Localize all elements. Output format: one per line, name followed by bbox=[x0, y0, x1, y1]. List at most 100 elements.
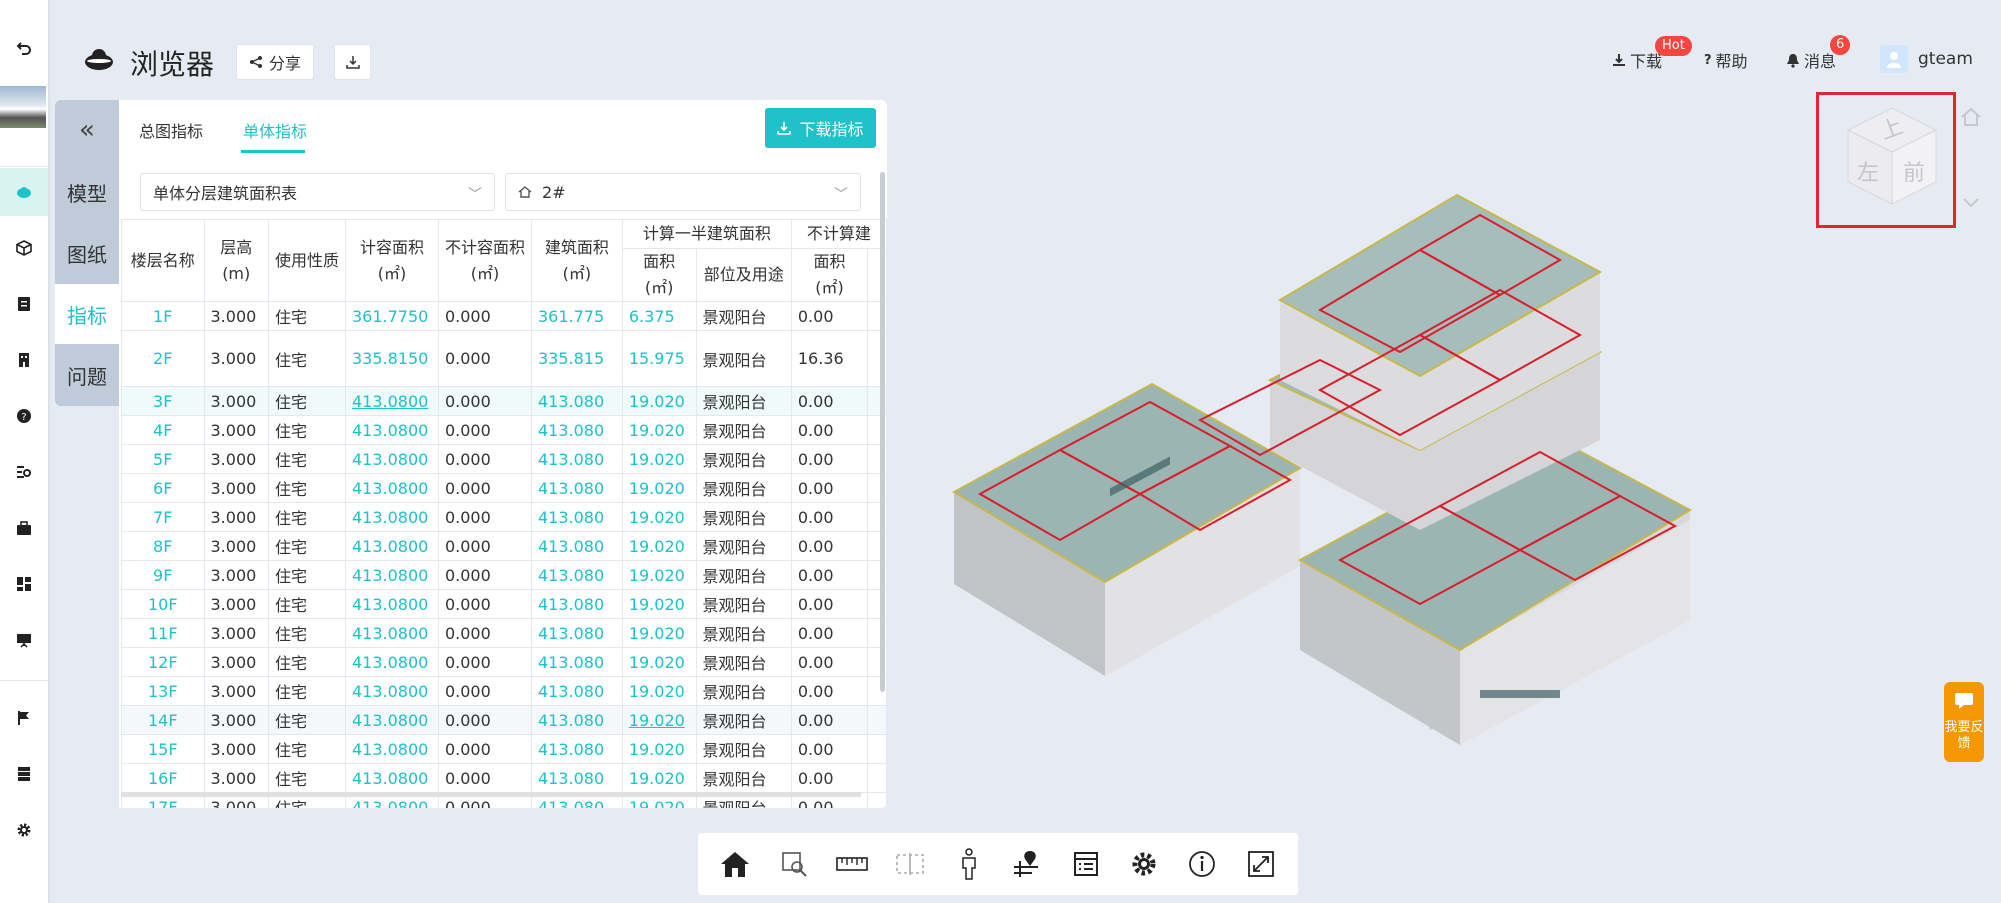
dashboard-icon[interactable] bbox=[12, 572, 36, 596]
table-row[interactable]: 3F 3.000 住宅 413.0800 0.000 413.080 19.020 景观阳台 0… bbox=[121, 386, 887, 416]
settings-button[interactable] bbox=[1124, 844, 1164, 884]
walkthrough-button[interactable] bbox=[949, 844, 989, 884]
far-area-cell[interactable]: 413.0800 bbox=[344, 473, 439, 503]
far-area-cell[interactable]: 361.7750 bbox=[344, 301, 439, 331]
search-list-icon[interactable] bbox=[12, 460, 36, 484]
far-area-cell[interactable]: 413.0800 bbox=[344, 415, 439, 445]
far-area-cell[interactable]: 413.0800 bbox=[344, 763, 439, 793]
far-area-cell[interactable]: 413.0800 bbox=[344, 676, 439, 706]
table-row[interactable]: 8F 3.000 住宅 413.0800 0.000 413.080 19.020 景观阳台 0… bbox=[121, 531, 887, 561]
half-area-cell[interactable]: 6.375 bbox=[621, 301, 697, 331]
table-horizontal-scrollbar[interactable] bbox=[121, 792, 861, 797]
extra-cell bbox=[867, 734, 887, 764]
settings-gear-icon[interactable] bbox=[12, 818, 36, 842]
tab-model[interactable]: 模型 bbox=[55, 162, 119, 222]
far-area-cell[interactable]: 335.8150 bbox=[344, 330, 439, 387]
collapse-panel-button[interactable]: « bbox=[55, 100, 119, 160]
half-area-cell[interactable]: 19.020 bbox=[621, 763, 697, 793]
table-row[interactable]: 5F 3.000 住宅 413.0800 0.000 413.080 19.020 景观阳台 0… bbox=[121, 444, 887, 474]
table-row[interactable]: 15F 3.000 住宅 413.0800 0.000 413.080 19.020 景观阳台… bbox=[121, 734, 887, 764]
half-area-cell[interactable]: 19.020 bbox=[621, 473, 697, 503]
table-row[interactable]: 2F 3.000 住宅 335.8150 0.000 335.815 15.975 景观阳台 1… bbox=[121, 330, 887, 387]
table-row[interactable]: 1F 3.000 住宅 361.7750 0.000 361.775 6.375 景观阳台 0.… bbox=[121, 301, 887, 331]
help-link[interactable]: ? 帮助 bbox=[1704, 48, 1748, 72]
home-view-icon[interactable] bbox=[1960, 106, 1982, 128]
bell-icon bbox=[1787, 53, 1799, 68]
project-thumbnail[interactable] bbox=[0, 86, 46, 128]
table-row[interactable]: 14F 3.000 住宅 413.0800 0.000 413.080 19.020 景观阳台… bbox=[121, 705, 887, 735]
half-area-cell[interactable]: 19.020 bbox=[621, 734, 697, 764]
browser-icon[interactable] bbox=[12, 180, 36, 204]
table-row[interactable]: 9F 3.000 住宅 413.0800 0.000 413.080 19.020 景观阳台 0… bbox=[121, 560, 887, 590]
app-logo-icon bbox=[85, 49, 113, 70]
messages-link[interactable]: 消息 bbox=[1786, 48, 1836, 72]
presentation-icon[interactable] bbox=[12, 628, 36, 652]
table-vertical-scrollbar[interactable] bbox=[880, 172, 885, 692]
half-area-cell[interactable]: 19.020 bbox=[621, 444, 697, 474]
table-type-select[interactable]: 单体分层建筑面积表 ﹀ bbox=[140, 173, 495, 211]
question-icon[interactable]: ? bbox=[12, 404, 36, 428]
back-icon[interactable] bbox=[12, 36, 36, 60]
view-cube[interactable]: 上 左 前 bbox=[1834, 100, 1950, 216]
table-row[interactable]: 7F 3.000 住宅 413.0800 0.000 413.080 19.020 景观阳台 0… bbox=[121, 502, 887, 532]
far-area-cell[interactable]: 413.0800 bbox=[344, 560, 439, 590]
download-indicators-button[interactable]: 下载指标 bbox=[765, 108, 876, 148]
section-box-button[interactable] bbox=[890, 844, 930, 884]
table-row[interactable]: 4F 3.000 住宅 413.0800 0.000 413.080 19.020 景观阳台 0… bbox=[121, 415, 887, 445]
half-purpose-cell: 景观阳台 bbox=[695, 301, 792, 331]
half-area-cell[interactable]: 19.020 bbox=[621, 531, 697, 561]
building-select[interactable]: 2# ﹀ bbox=[505, 173, 861, 211]
tab-indicators[interactable]: 指标 bbox=[55, 284, 119, 344]
half-area-cell[interactable]: 19.020 bbox=[621, 589, 697, 619]
info-button[interactable] bbox=[1182, 844, 1222, 884]
share-button[interactable]: 分享 bbox=[236, 44, 314, 80]
table-row[interactable]: 6F 3.000 住宅 413.0800 0.000 413.080 19.020 景观阳台 0… bbox=[121, 473, 887, 503]
far-area-cell[interactable]: 413.0800 bbox=[344, 531, 439, 561]
far-area-cell[interactable]: 413.0800 bbox=[344, 589, 439, 619]
half-area-cell[interactable]: 19.020 bbox=[621, 705, 697, 735]
far-area-cell[interactable]: 413.0800 bbox=[344, 647, 439, 677]
zoom-area-button[interactable] bbox=[774, 844, 814, 884]
far-area-cell[interactable]: 413.0800 bbox=[344, 386, 439, 416]
cube-menu-icon[interactable] bbox=[1962, 196, 1980, 210]
far-area-cell[interactable]: 413.0800 bbox=[344, 502, 439, 532]
header-download-link[interactable]: 下载 bbox=[1612, 48, 1662, 72]
far-area-cell[interactable]: 413.0800 bbox=[344, 705, 439, 735]
excluded-area-cell: 0.00 bbox=[790, 618, 869, 648]
database-icon[interactable] bbox=[12, 762, 36, 786]
location-button[interactable] bbox=[1007, 844, 1047, 884]
height-cell: 3.000 bbox=[203, 301, 269, 331]
fullscreen-button[interactable] bbox=[1241, 844, 1281, 884]
tab-issues[interactable]: 问题 bbox=[55, 345, 119, 405]
far-area-cell[interactable]: 413.0800 bbox=[344, 734, 439, 764]
export-button[interactable] bbox=[334, 44, 371, 80]
far-area-cell[interactable]: 413.0800 bbox=[344, 444, 439, 474]
half-area-cell[interactable]: 19.020 bbox=[621, 415, 697, 445]
half-area-cell[interactable]: 19.020 bbox=[621, 560, 697, 590]
building-icon[interactable] bbox=[12, 348, 36, 372]
table-row[interactable]: 16F 3.000 住宅 413.0800 0.000 413.080 19.020 景观阳台… bbox=[121, 763, 887, 793]
user-menu[interactable]: gteam bbox=[1880, 45, 1973, 73]
briefcase-icon[interactable] bbox=[12, 516, 36, 540]
half-area-cell[interactable]: 19.020 bbox=[621, 676, 697, 706]
table-row[interactable]: 10F 3.000 住宅 413.0800 0.000 413.080 19.020 景观阳台… bbox=[121, 589, 887, 619]
feedback-button[interactable]: 我要反馈 bbox=[1944, 682, 1984, 762]
measure-button[interactable] bbox=[832, 844, 872, 884]
document-icon[interactable] bbox=[12, 292, 36, 316]
tab-overall-indicators[interactable]: 总图指标 bbox=[139, 118, 203, 142]
home-view-button[interactable] bbox=[715, 844, 755, 884]
half-area-cell[interactable]: 19.020 bbox=[621, 618, 697, 648]
tab-building-indicators[interactable]: 单体指标 bbox=[243, 118, 307, 142]
table-row[interactable]: 11F 3.000 住宅 413.0800 0.000 413.080 19.020 景观阳台… bbox=[121, 618, 887, 648]
half-area-cell[interactable]: 19.020 bbox=[621, 647, 697, 677]
half-area-cell[interactable]: 19.020 bbox=[621, 386, 697, 416]
tab-drawings[interactable]: 图纸 bbox=[55, 223, 119, 283]
model-cube-icon[interactable] bbox=[12, 236, 36, 260]
flag-icon[interactable] bbox=[12, 706, 36, 730]
half-area-cell[interactable]: 15.975 bbox=[621, 330, 697, 387]
properties-button[interactable] bbox=[1066, 844, 1106, 884]
table-row[interactable]: 13F 3.000 住宅 413.0800 0.000 413.080 19.020 景观阳台… bbox=[121, 676, 887, 706]
far-area-cell[interactable]: 413.0800 bbox=[344, 618, 439, 648]
half-area-cell[interactable]: 19.020 bbox=[621, 502, 697, 532]
table-row[interactable]: 12F 3.000 住宅 413.0800 0.000 413.080 19.020 景观阳台… bbox=[121, 647, 887, 677]
